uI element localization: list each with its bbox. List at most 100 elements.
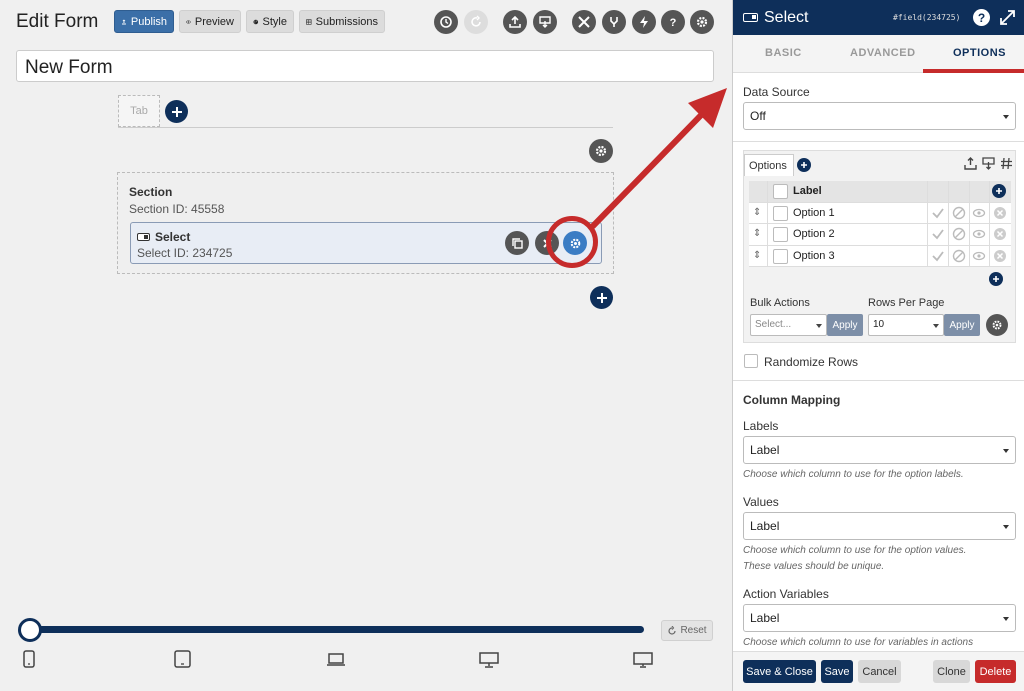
settings-button[interactable] [690, 10, 714, 34]
form-title-input[interactable]: New Form [16, 50, 714, 82]
add-row-button[interactable] [989, 272, 1003, 286]
submissions-button[interactable]: Submissions [299, 10, 385, 33]
hash-icon[interactable] [1000, 157, 1013, 170]
plus-icon [996, 188, 1002, 194]
row-checkbox[interactable] [773, 227, 788, 242]
tab-settings-button[interactable] [589, 139, 613, 163]
help-button[interactable]: ? [661, 10, 685, 34]
eye-icon[interactable] [972, 227, 986, 241]
bulk-apply-button[interactable]: Apply [827, 314, 863, 336]
eye-icon[interactable] [972, 206, 986, 220]
publish-icon [121, 19, 126, 24]
add-section-button[interactable] [590, 286, 613, 309]
option-label[interactable]: Option 1 [793, 207, 835, 219]
option-label[interactable]: Option 3 [793, 250, 835, 262]
select-all-checkbox[interactable] [773, 184, 788, 199]
upload-icon[interactable] [964, 157, 977, 170]
preview-button[interactable]: Preview [179, 10, 241, 33]
values-select[interactable]: Label [743, 512, 1016, 540]
tab-chip[interactable]: Tab [118, 95, 160, 127]
phone-icon[interactable] [22, 650, 36, 668]
palette-icon [253, 19, 259, 24]
labels-hint: Choose which column to use for the optio… [743, 469, 964, 480]
section-container[interactable]: Section Section ID: 45558 Select Select … [117, 172, 614, 274]
drag-handle-icon[interactable]: ⇕ [753, 250, 761, 261]
select-field[interactable]: Select Select ID: 234725 [130, 222, 602, 264]
randomize-label: Randomize Rows [764, 355, 859, 369]
reset-button[interactable]: Reset [661, 620, 713, 641]
disable-icon[interactable] [952, 249, 966, 263]
values-hint: Choose which column to use for the optio… [743, 545, 967, 556]
option-label[interactable]: Option 2 [793, 228, 835, 240]
width-slider-track[interactable] [30, 626, 644, 633]
drag-handle-icon[interactable]: ⇕ [753, 207, 761, 218]
data-source-select[interactable]: Off [743, 102, 1016, 130]
add-option-tab-button[interactable] [797, 158, 811, 172]
panel-header: Select #field(234725) ? [733, 0, 1024, 35]
grid-settings-button[interactable] [986, 314, 1008, 336]
highlight-ring [546, 216, 598, 268]
rows-per-page-select[interactable]: 10 [868, 314, 944, 336]
page-title: Edit Form [16, 11, 99, 32]
help-icon[interactable]: ? [973, 9, 990, 26]
randomize-checkbox[interactable] [744, 354, 758, 368]
remove-icon[interactable] [993, 227, 1007, 241]
bolt-button[interactable] [632, 10, 656, 34]
delete-button[interactable]: Delete [975, 660, 1016, 683]
option-row[interactable]: ⇕ Option 3 [749, 245, 1011, 267]
add-column-button[interactable] [992, 184, 1006, 198]
branch-button[interactable] [602, 10, 626, 34]
select-field-icon [743, 13, 758, 22]
remove-icon[interactable] [993, 206, 1007, 220]
remove-icon[interactable] [993, 249, 1007, 263]
history-button[interactable] [434, 10, 458, 34]
check-icon[interactable] [931, 206, 945, 220]
eye-icon[interactable] [972, 249, 986, 263]
panel-footer: Save & Close Save Cancel Clone Delete [733, 651, 1024, 691]
labels-select[interactable]: Label [743, 436, 1016, 464]
options-tab[interactable]: Options [744, 154, 794, 176]
rows-apply-button[interactable]: Apply [944, 314, 980, 336]
tab-options[interactable]: OPTIONS [953, 47, 1006, 59]
monitor-icon[interactable] [633, 652, 653, 668]
duplicate-field-button[interactable] [505, 231, 529, 255]
drag-handle-icon[interactable]: ⇕ [753, 228, 761, 239]
publish-button[interactable]: Publish [114, 10, 174, 33]
disable-icon[interactable] [952, 227, 966, 241]
download-icon[interactable] [982, 157, 995, 170]
row-checkbox[interactable] [773, 205, 788, 221]
laptop-icon[interactable] [326, 653, 346, 667]
redo-button[interactable] [464, 10, 488, 34]
bulk-actions-select[interactable]: Select... [750, 314, 827, 336]
save-close-button[interactable]: Save & Close [743, 660, 816, 683]
field-reference[interactable]: #field(234725) [893, 13, 960, 22]
style-button[interactable]: Style [246, 10, 294, 33]
field-settings-panel: Select #field(234725) ? BASIC ADVANCED O… [732, 0, 1024, 691]
cancel-button[interactable]: Cancel [858, 660, 901, 683]
row-checkbox[interactable] [773, 248, 788, 264]
section-id: Section ID: 45558 [129, 202, 225, 216]
expand-icon[interactable] [999, 9, 1016, 26]
option-row[interactable]: ⇕ Option 1 [749, 202, 1011, 224]
style-label: Style [262, 15, 287, 28]
export-button[interactable] [503, 10, 527, 34]
plus-icon [596, 292, 607, 303]
option-row[interactable]: ⇕ Option 2 [749, 224, 1011, 246]
tools-button[interactable] [572, 10, 596, 34]
tab-advanced[interactable]: ADVANCED [850, 47, 916, 59]
grid-header-row: Label [749, 181, 1011, 203]
width-slider-handle[interactable] [18, 618, 42, 642]
add-tab-button[interactable] [165, 100, 188, 123]
action-variables-select[interactable]: Label [743, 604, 1016, 632]
desktop-icon[interactable] [479, 652, 499, 668]
clone-button[interactable]: Clone [933, 660, 970, 683]
gear-icon [595, 145, 607, 157]
field-id: Select ID: 234725 [137, 246, 233, 260]
save-button[interactable]: Save [821, 660, 853, 683]
tablet-icon[interactable] [174, 650, 191, 668]
import-button[interactable] [533, 10, 557, 34]
check-icon[interactable] [931, 249, 945, 263]
disable-icon[interactable] [952, 206, 966, 220]
check-icon[interactable] [931, 227, 945, 241]
tab-basic[interactable]: BASIC [765, 47, 802, 59]
